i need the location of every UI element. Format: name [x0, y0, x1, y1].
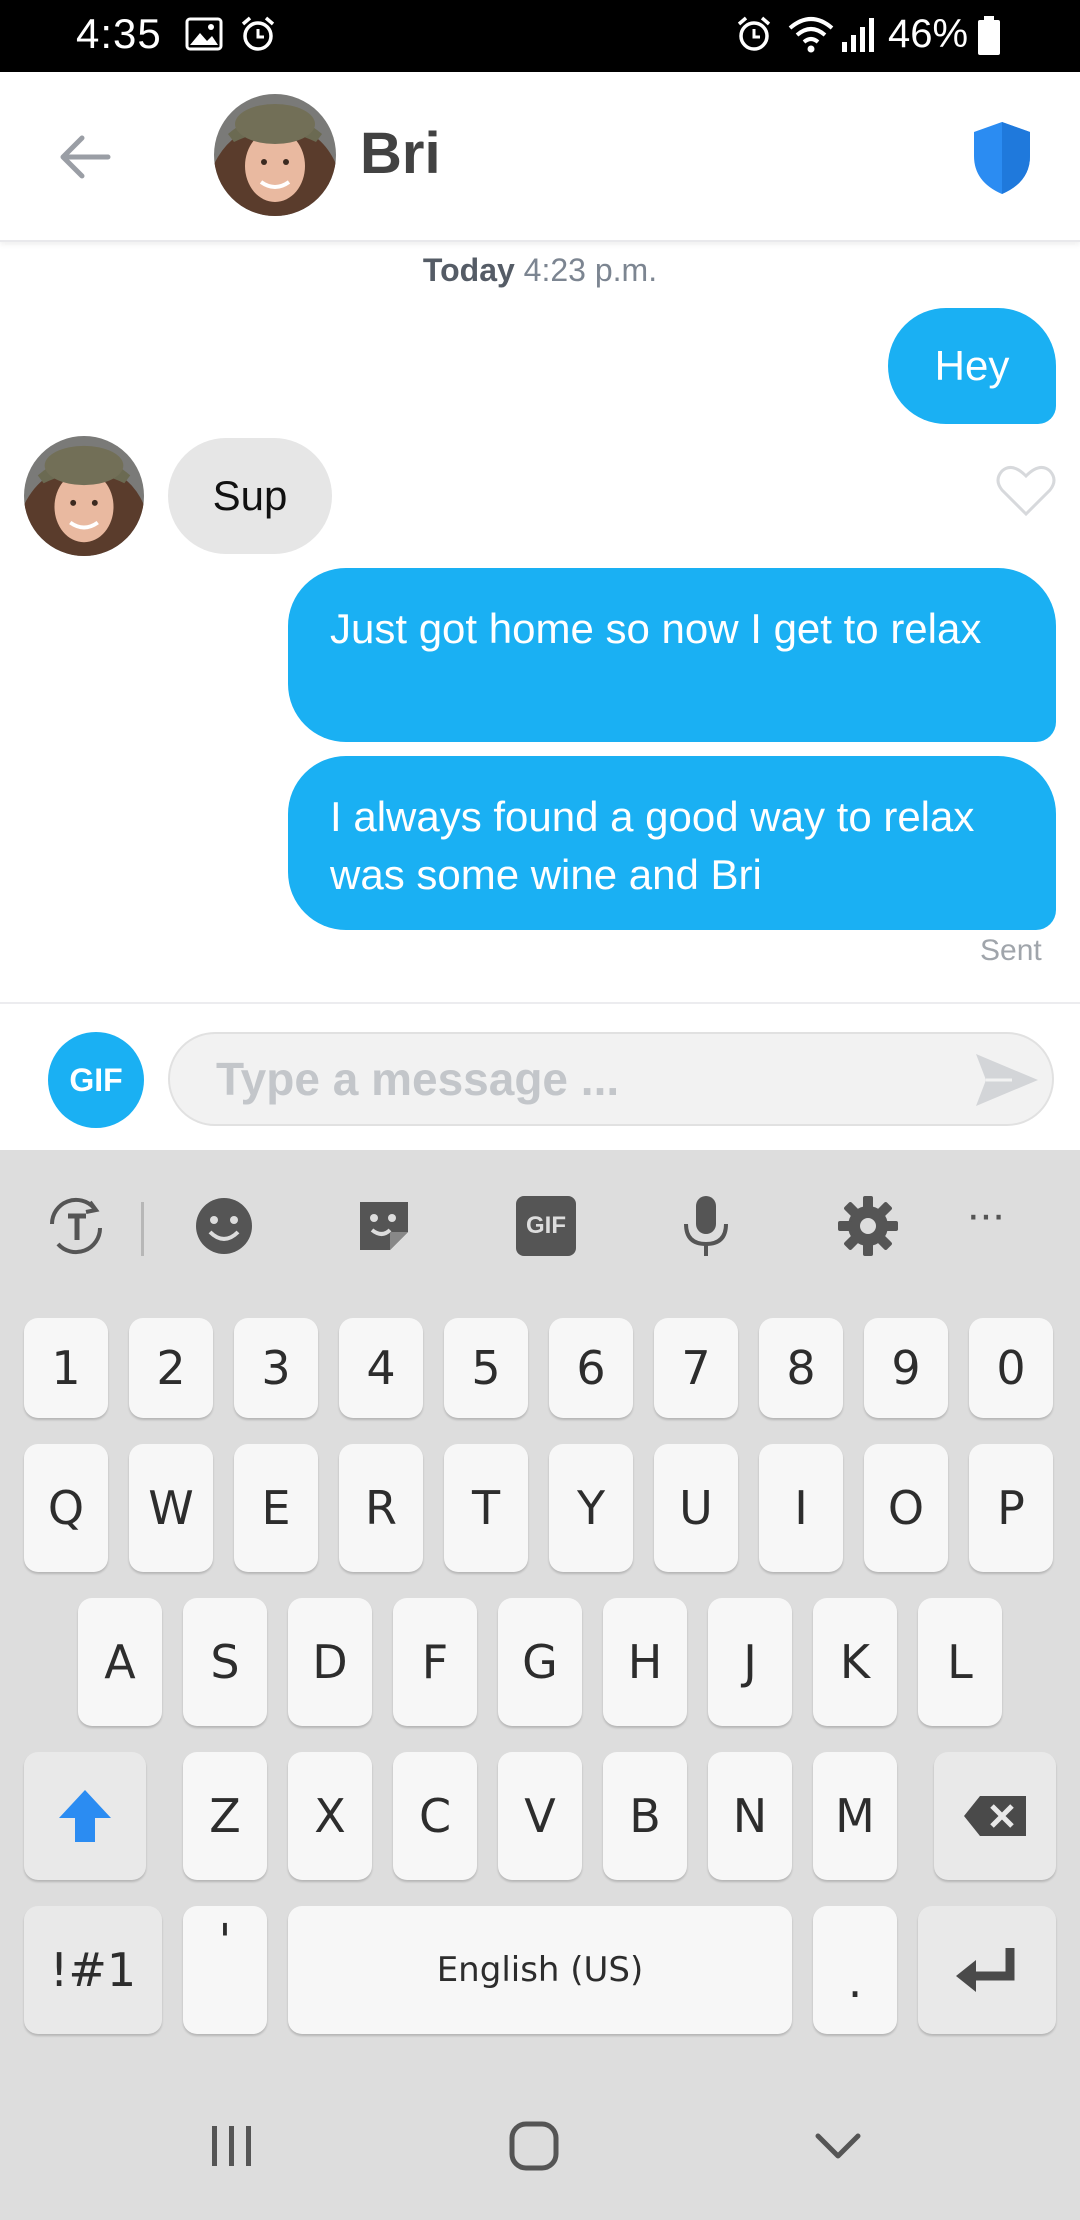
message-bubble-outgoing[interactable]: Just got home so now I get to relax	[288, 568, 1056, 742]
key-p[interactable]: P	[969, 1444, 1053, 1572]
key-g[interactable]: G	[498, 1598, 582, 1726]
key-h[interactable]: H	[603, 1598, 687, 1726]
key-q[interactable]: Q	[24, 1444, 108, 1572]
key-d[interactable]: D	[288, 1598, 372, 1726]
key-3[interactable]: 3	[234, 1318, 318, 1418]
backspace-icon	[964, 1796, 1026, 1836]
message-composer: GIF Type a message ...	[0, 1002, 1080, 1150]
shift-arrow-icon	[59, 1790, 111, 1842]
gallery-icon	[185, 17, 223, 51]
key-o[interactable]: O	[864, 1444, 948, 1572]
contact-avatar-small[interactable]	[24, 436, 144, 556]
battery-percent: 46%	[888, 12, 969, 56]
key-n[interactable]: N	[708, 1752, 792, 1880]
key-2[interactable]: 2	[129, 1318, 213, 1418]
timestamp-time: 4:23 p.m.	[523, 252, 658, 288]
conversation-timestamp: Today 4:23 p.m.	[0, 252, 1080, 289]
space-key[interactable]: English (US)	[288, 1906, 792, 2034]
key-k[interactable]: K	[813, 1598, 897, 1726]
shield-icon[interactable]	[970, 120, 1034, 196]
key-a[interactable]: A	[78, 1598, 162, 1726]
key-v[interactable]: V	[498, 1752, 582, 1880]
message-bubble-incoming[interactable]: Sup	[168, 438, 332, 554]
chat-header: Bri	[0, 72, 1080, 242]
key-f[interactable]: F	[393, 1598, 477, 1726]
message-bubble-outgoing[interactable]: I always found a good way to relax was s…	[288, 756, 1056, 930]
key-c[interactable]: C	[393, 1752, 477, 1880]
key-l[interactable]: L	[918, 1598, 1002, 1726]
navigation-bar	[0, 2062, 1080, 2220]
shift-key[interactable]	[24, 1752, 146, 1880]
key-8[interactable]: 8	[759, 1318, 843, 1418]
microphone-icon[interactable]	[674, 1194, 738, 1258]
gif-button[interactable]: GIF	[48, 1032, 144, 1128]
key-i[interactable]: I	[759, 1444, 843, 1572]
keyboard-gif-button[interactable]: GIF	[516, 1196, 576, 1256]
signal-icon	[842, 18, 874, 52]
status-bar: 4:35 46%	[0, 0, 1080, 72]
wifi-icon	[788, 17, 834, 53]
key-b[interactable]: B	[603, 1752, 687, 1880]
key-9[interactable]: 9	[864, 1318, 948, 1418]
back-arrow-icon[interactable]	[50, 122, 120, 192]
message-bubble-outgoing[interactable]: Hey	[888, 308, 1056, 424]
key-w[interactable]: W	[129, 1444, 213, 1572]
key-x[interactable]: X	[288, 1752, 372, 1880]
home-icon[interactable]	[508, 2120, 560, 2172]
heart-icon[interactable]	[996, 462, 1056, 518]
key-z[interactable]: Z	[183, 1752, 267, 1880]
period-key[interactable]: .	[813, 1906, 897, 2034]
key-e[interactable]: E	[234, 1444, 318, 1572]
more-options-button[interactable]: ···	[966, 1190, 1006, 1240]
toolbar-divider	[141, 1202, 144, 1256]
timestamp-day: Today	[422, 252, 515, 288]
key-1[interactable]: 1	[24, 1318, 108, 1418]
battery-icon	[978, 16, 1000, 55]
key-6[interactable]: 6	[549, 1318, 633, 1418]
key-m[interactable]: M	[813, 1752, 897, 1880]
sent-status: Sent	[980, 934, 1042, 967]
key-4[interactable]: 4	[339, 1318, 423, 1418]
key-j[interactable]: J	[708, 1598, 792, 1726]
keyboard: GIF ··· 1 2 3 4 5 6 7 8 9 0 Q W E R T Y …	[0, 1150, 1080, 2062]
alarm-icon-right	[737, 16, 771, 51]
backspace-key[interactable]	[934, 1752, 1056, 1880]
message-input[interactable]: Type a message ...	[168, 1032, 1054, 1126]
key-r[interactable]: R	[339, 1444, 423, 1572]
key-u[interactable]: U	[654, 1444, 738, 1572]
symbols-key[interactable]: !#1	[24, 1906, 162, 2034]
sticker-icon[interactable]	[352, 1194, 416, 1258]
alarm-icon	[241, 16, 275, 51]
message-input-placeholder: Type a message ...	[216, 1053, 620, 1105]
status-time: 4:35	[76, 10, 162, 57]
apostrophe-key[interactable]: '	[183, 1906, 267, 2034]
key-7[interactable]: 7	[654, 1318, 738, 1418]
contact-name[interactable]: Bri	[360, 120, 441, 187]
emoji-icon[interactable]	[192, 1194, 256, 1258]
enter-key[interactable]	[918, 1906, 1056, 2034]
key-5[interactable]: 5	[444, 1318, 528, 1418]
translate-icon[interactable]	[44, 1194, 108, 1258]
back-chevron-icon[interactable]	[814, 2128, 862, 2164]
settings-gear-icon[interactable]	[836, 1194, 900, 1258]
enter-icon	[956, 1948, 1015, 1992]
contact-avatar[interactable]	[214, 94, 336, 216]
key-s[interactable]: S	[183, 1598, 267, 1726]
recent-apps-icon[interactable]	[208, 2122, 256, 2170]
key-t[interactable]: T	[444, 1444, 528, 1572]
key-0[interactable]: 0	[969, 1318, 1053, 1418]
send-icon[interactable]	[972, 1048, 1042, 1112]
key-y[interactable]: Y	[549, 1444, 633, 1572]
